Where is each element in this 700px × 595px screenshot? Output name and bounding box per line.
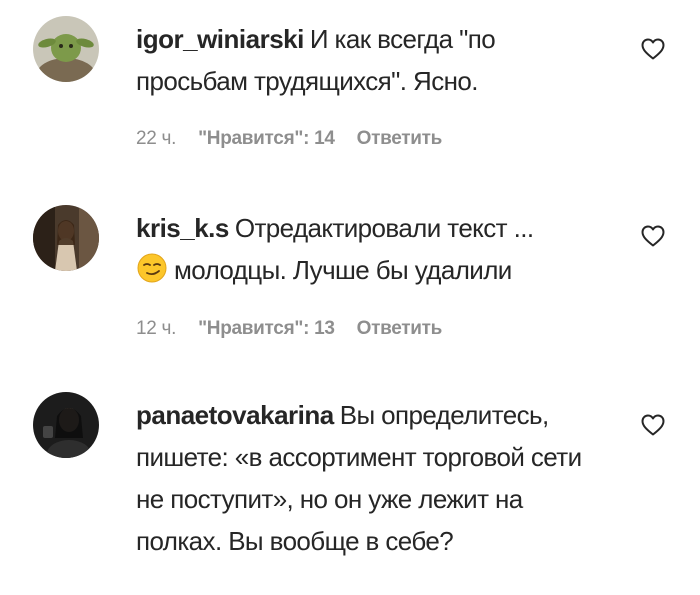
comment-username[interactable]: panaetovakarina [136,400,334,430]
reply-button[interactable]: Ответить [357,318,443,339]
comment-body: igor_winiarski И как всегда "по просьбам … [136,18,606,102]
comment-body: panaetovakarina Вы определитесь, пишете: … [136,394,606,562]
comment-text-continued: молодцы. Лучше бы удалили [174,255,512,285]
smirking-face-emoji [137,253,167,283]
comment-body: kris_k.s Отредактировали текст ... молодц… [136,207,606,291]
heart-outline-icon[interactable] [641,38,665,60]
comment-username[interactable]: igor_winiarski [136,24,304,54]
comment-text: Отредактировали текст ... [234,213,534,243]
heart-outline-icon[interactable] [641,225,665,247]
comment-meta: 22 ч. "Нравится": 14 Ответить [136,128,464,150]
likes-count[interactable]: "Нравится": 14 [198,128,335,149]
likes-count[interactable]: "Нравится": 13 [198,318,335,339]
comment-meta: 12 ч. "Нравится": 13 Ответить [136,318,464,340]
avatar[interactable] [33,392,99,458]
comment-username[interactable]: kris_k.s [136,213,229,243]
avatar[interactable] [33,205,99,271]
reply-button[interactable]: Ответить [357,128,443,149]
comment-time: 12 ч. [136,318,177,339]
heart-outline-icon[interactable] [641,414,665,436]
comment-time: 22 ч. [136,128,177,149]
avatar[interactable] [33,16,99,82]
